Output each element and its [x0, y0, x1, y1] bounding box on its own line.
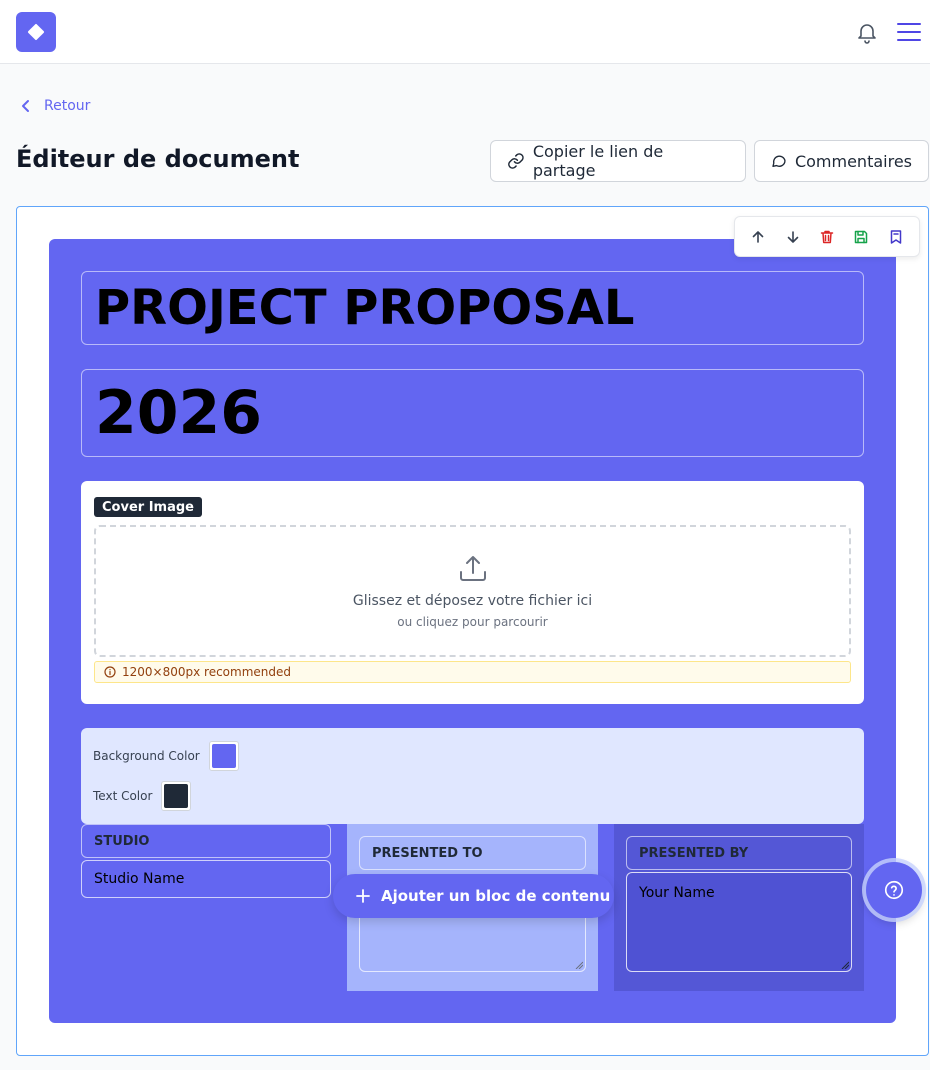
cover-year-text: 2026 [95, 378, 262, 448]
dropzone-sub-text: ou cliquez pour parcourir [397, 615, 548, 629]
add-block-label: Ajouter un bloc de contenu [381, 887, 611, 905]
arrow-up-icon [752, 230, 764, 243]
presented-to-label-field[interactable]: PRESENTED TO [359, 836, 586, 870]
studio-label-field[interactable]: STUDIO [81, 824, 331, 858]
comment-icon [772, 155, 786, 167]
presented-by-label: PRESENTED BY [639, 845, 749, 861]
move-down-button[interactable] [779, 223, 807, 251]
save-icon [855, 230, 868, 243]
text-color-swatch [164, 784, 189, 808]
presented-by-value: Your Name [639, 885, 715, 901]
dropzone-main-text: Glissez et déposez votre fichier ici [352, 593, 593, 609]
upload-icon [459, 556, 486, 581]
studio-name-value: Studio Name [94, 871, 185, 887]
info-icon [104, 666, 116, 678]
copy-share-link-button[interactable]: Copier le lien de partage [490, 140, 746, 182]
studio-label: STUDIO [94, 833, 150, 849]
diamond-logo-icon [27, 23, 45, 41]
file-dropzone[interactable]: Glissez et déposez votre fichier ici ou … [94, 525, 851, 657]
background-color-row: Background Color [93, 741, 239, 771]
text-color-label: Text Color [93, 789, 153, 803]
link-icon [508, 153, 524, 169]
move-up-button[interactable] [744, 223, 772, 251]
image-size-hint: 1200×800px recommended [94, 661, 851, 683]
background-color-picker[interactable] [208, 741, 239, 771]
cover-year-field[interactable]: 2026 [81, 369, 864, 457]
add-content-block-button[interactable]: Ajouter un bloc de contenu [333, 874, 614, 918]
back-label: Retour [44, 98, 91, 114]
chevron-left-icon [22, 100, 29, 112]
app-logo[interactable] [16, 12, 56, 52]
studio-name-input[interactable]: Studio Name [81, 860, 331, 898]
background-color-label: Background Color [93, 749, 200, 763]
cover-title-text: PROJECT PROPOSAL [95, 280, 635, 336]
page-title: Éditeur de document [16, 145, 300, 173]
resize-handle-icon[interactable] [575, 961, 583, 969]
bookmark-icon [890, 229, 901, 244]
plus-icon [356, 889, 370, 903]
cover-title-field[interactable]: PROJECT PROPOSAL [81, 271, 864, 345]
presented-to-label: PRESENTED TO [372, 845, 483, 861]
resize-handle-icon[interactable] [841, 961, 849, 969]
save-block-button[interactable] [847, 223, 875, 251]
text-color-row: Text Color [93, 781, 192, 811]
share-button-label: Copier le lien de partage [532, 142, 664, 180]
image-size-hint-text: 1200×800px recommended [122, 665, 292, 679]
trash-icon [820, 230, 834, 243]
cover-image-badge: Cover Image [94, 497, 202, 517]
top-bar [0, 0, 930, 64]
bell-icon[interactable] [855, 20, 879, 44]
background-color-swatch [211, 744, 236, 768]
arrow-down-icon [787, 230, 798, 243]
presented-by-textarea[interactable]: Your Name [626, 872, 852, 972]
delete-block-button[interactable] [813, 223, 841, 251]
help-circle-icon [884, 880, 904, 900]
block-toolbar [734, 216, 920, 257]
presented-by-label-field[interactable]: PRESENTED BY [626, 836, 852, 870]
comments-button-label: Commentaires [794, 151, 912, 171]
hamburger-menu-icon[interactable] [896, 20, 922, 44]
save-template-button[interactable] [882, 223, 910, 251]
help-button[interactable] [866, 862, 922, 918]
comments-button[interactable]: Commentaires [754, 140, 929, 182]
back-link[interactable]: Retour [16, 95, 90, 117]
text-color-picker[interactable] [161, 781, 192, 811]
